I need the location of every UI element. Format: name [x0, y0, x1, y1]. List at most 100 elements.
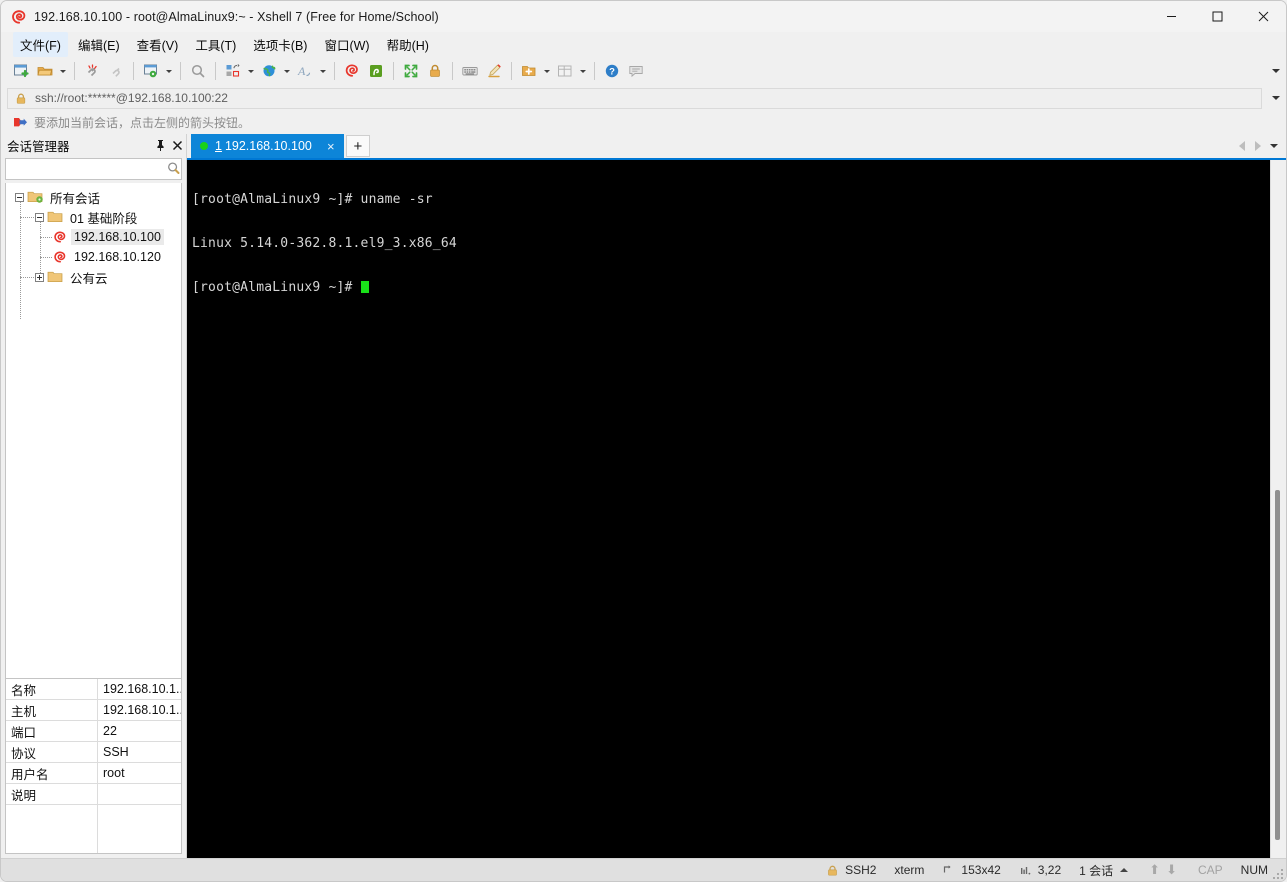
globe-icon[interactable]	[257, 59, 281, 83]
fullscreen-icon[interactable]	[399, 59, 423, 83]
tree-label: 192.168.10.100	[71, 229, 164, 245]
menu-edit[interactable]: 编辑(E)	[71, 32, 127, 57]
menu-view[interactable]: 查看(V)	[130, 32, 186, 57]
session-properties-icon[interactable]	[139, 59, 163, 83]
toolbar-separator	[511, 62, 512, 80]
tree-label: 192.168.10.120	[74, 250, 161, 264]
table-row: 协议 SSH	[6, 742, 181, 763]
address-bar: ssh://root:******@192.168.10.100:22	[1, 85, 1286, 111]
tree-node-folder-cloud[interactable]: 公有云	[6, 267, 181, 287]
property-value: SSH	[103, 745, 129, 759]
new-folder-icon[interactable]	[517, 59, 541, 83]
arrow-up-icon: ⬆	[1149, 862, 1161, 877]
tab-session-1[interactable]: 1 192.168.10.100 ×	[191, 134, 344, 158]
font-dropdown-icon[interactable]	[317, 59, 329, 83]
collapse-toggle-icon[interactable]	[15, 192, 24, 202]
search-icon[interactable]	[165, 160, 185, 178]
xftp-icon[interactable]	[364, 59, 388, 83]
address-dropdown-icon[interactable]	[1272, 96, 1280, 100]
menu-tools[interactable]: 工具(T)	[188, 32, 243, 57]
tab-close-icon[interactable]: ×	[324, 139, 338, 154]
menu-help[interactable]: 帮助(H)	[380, 32, 436, 57]
maximize-button[interactable]	[1194, 1, 1240, 32]
status-cursor: 3,22	[1010, 859, 1070, 882]
address-input[interactable]: ssh://root:******@192.168.10.100:22	[7, 87, 1262, 109]
layout-icon[interactable]	[221, 59, 245, 83]
table-row: 说明	[6, 784, 181, 805]
minimize-button[interactable]	[1148, 1, 1194, 32]
split-view-icon[interactable]	[553, 59, 577, 83]
xshell-icon[interactable]	[340, 59, 364, 83]
session-caret-icon[interactable]	[1120, 868, 1129, 872]
new-folder-dropdown-icon[interactable]	[541, 59, 553, 83]
resize-grip[interactable]	[1273, 869, 1283, 879]
tab-next-icon[interactable]	[1250, 137, 1266, 155]
session-tree[interactable]: 所有会话 01 基础阶段 192.168.10.100 192.168.10.1…	[5, 183, 182, 679]
tab-prev-icon[interactable]	[1234, 137, 1250, 155]
property-value: 22	[103, 724, 117, 738]
tree-node-all-sessions[interactable]: 所有会话	[6, 187, 181, 207]
tab-label: 192.168.10.100	[224, 139, 312, 153]
tab-number: 1	[215, 139, 222, 153]
tree-node-session-120[interactable]: 192.168.10.120	[6, 247, 181, 267]
layout-dropdown-icon[interactable]	[245, 59, 257, 83]
pin-icon[interactable]	[152, 136, 169, 154]
address-value: ssh://root:******@192.168.10.100:22	[35, 91, 228, 105]
scrollbar-thumb[interactable]	[1275, 490, 1280, 840]
property-value	[98, 805, 181, 853]
status-session-count[interactable]: 1 会话	[1070, 859, 1137, 882]
terminal-cursor	[360, 280, 369, 293]
session-search-box[interactable]	[5, 158, 182, 180]
menu-tabs[interactable]: 选项卡(B)	[246, 32, 314, 57]
tree-label: 公有云	[70, 271, 108, 286]
open-folder-dropdown-icon[interactable]	[57, 59, 69, 83]
session-properties-dropdown-icon[interactable]	[163, 59, 175, 83]
globe-dropdown-icon[interactable]	[281, 59, 293, 83]
keyboard-icon[interactable]	[458, 59, 482, 83]
close-button[interactable]	[1240, 1, 1286, 32]
status-cursor-label: 3,22	[1037, 863, 1062, 877]
terminal-scrollbar[interactable]	[1270, 160, 1286, 858]
toolbar-separator	[334, 62, 335, 80]
table-row: 名称 192.168.10.1...	[6, 679, 181, 700]
toolbar-overflow-icon[interactable]	[1272, 69, 1280, 73]
split-view-dropdown-icon[interactable]	[577, 59, 589, 83]
all-sessions-folder-icon	[27, 190, 44, 204]
status-protocol: SSH2	[817, 859, 885, 882]
window-controls	[1148, 1, 1286, 32]
font-icon[interactable]: A	[293, 59, 317, 83]
property-value: root	[103, 766, 125, 780]
search-input[interactable]	[6, 160, 165, 178]
disconnect-icon[interactable]	[80, 59, 104, 83]
terminal-screen[interactable]: [root@AlmaLinux9 ~]# uname -sr Linux 5.1…	[187, 160, 1270, 858]
close-icon[interactable]	[169, 136, 186, 154]
svg-text:A: A	[297, 64, 306, 78]
lock-icon[interactable]	[423, 59, 447, 83]
new-tab-button[interactable]: +	[345, 135, 370, 157]
link-icon[interactable]	[104, 59, 128, 83]
open-folder-icon[interactable]	[33, 59, 57, 83]
toolbar-separator	[393, 62, 394, 80]
status-term-type: xterm	[894, 863, 925, 877]
collapse-toggle-icon[interactable]	[35, 212, 44, 222]
toolbar-separator	[133, 62, 134, 80]
tree-guide	[40, 237, 52, 238]
menu-file[interactable]: 文件(F)	[13, 32, 68, 57]
tab-list-icon[interactable]	[1266, 137, 1282, 155]
xshell-session-icon	[52, 250, 68, 264]
highlighter-icon[interactable]	[482, 59, 506, 83]
session-properties-table: 名称 192.168.10.1... 主机 192.168.10.1... 端口…	[5, 679, 182, 854]
search-icon[interactable]	[186, 59, 210, 83]
terminal-wrap: [root@AlmaLinux9 ~]# uname -sr Linux 5.1…	[187, 160, 1286, 858]
session-manager-header: 会话管理器	[1, 134, 186, 156]
menu-window[interactable]: 窗口(W)	[317, 32, 376, 57]
connected-status-icon	[200, 142, 208, 150]
tree-node-folder-basics[interactable]: 01 基础阶段	[6, 207, 181, 227]
notice-text: 要添加当前会话，点击左侧的箭头按钮。	[34, 116, 251, 130]
tree-node-session-100[interactable]: 192.168.10.100	[6, 227, 181, 247]
help-icon[interactable]: ?	[600, 59, 624, 83]
expand-toggle-icon[interactable]	[35, 272, 44, 282]
new-session-icon[interactable]	[9, 59, 33, 83]
tree-guide	[20, 277, 34, 278]
chat-icon[interactable]	[624, 59, 648, 83]
